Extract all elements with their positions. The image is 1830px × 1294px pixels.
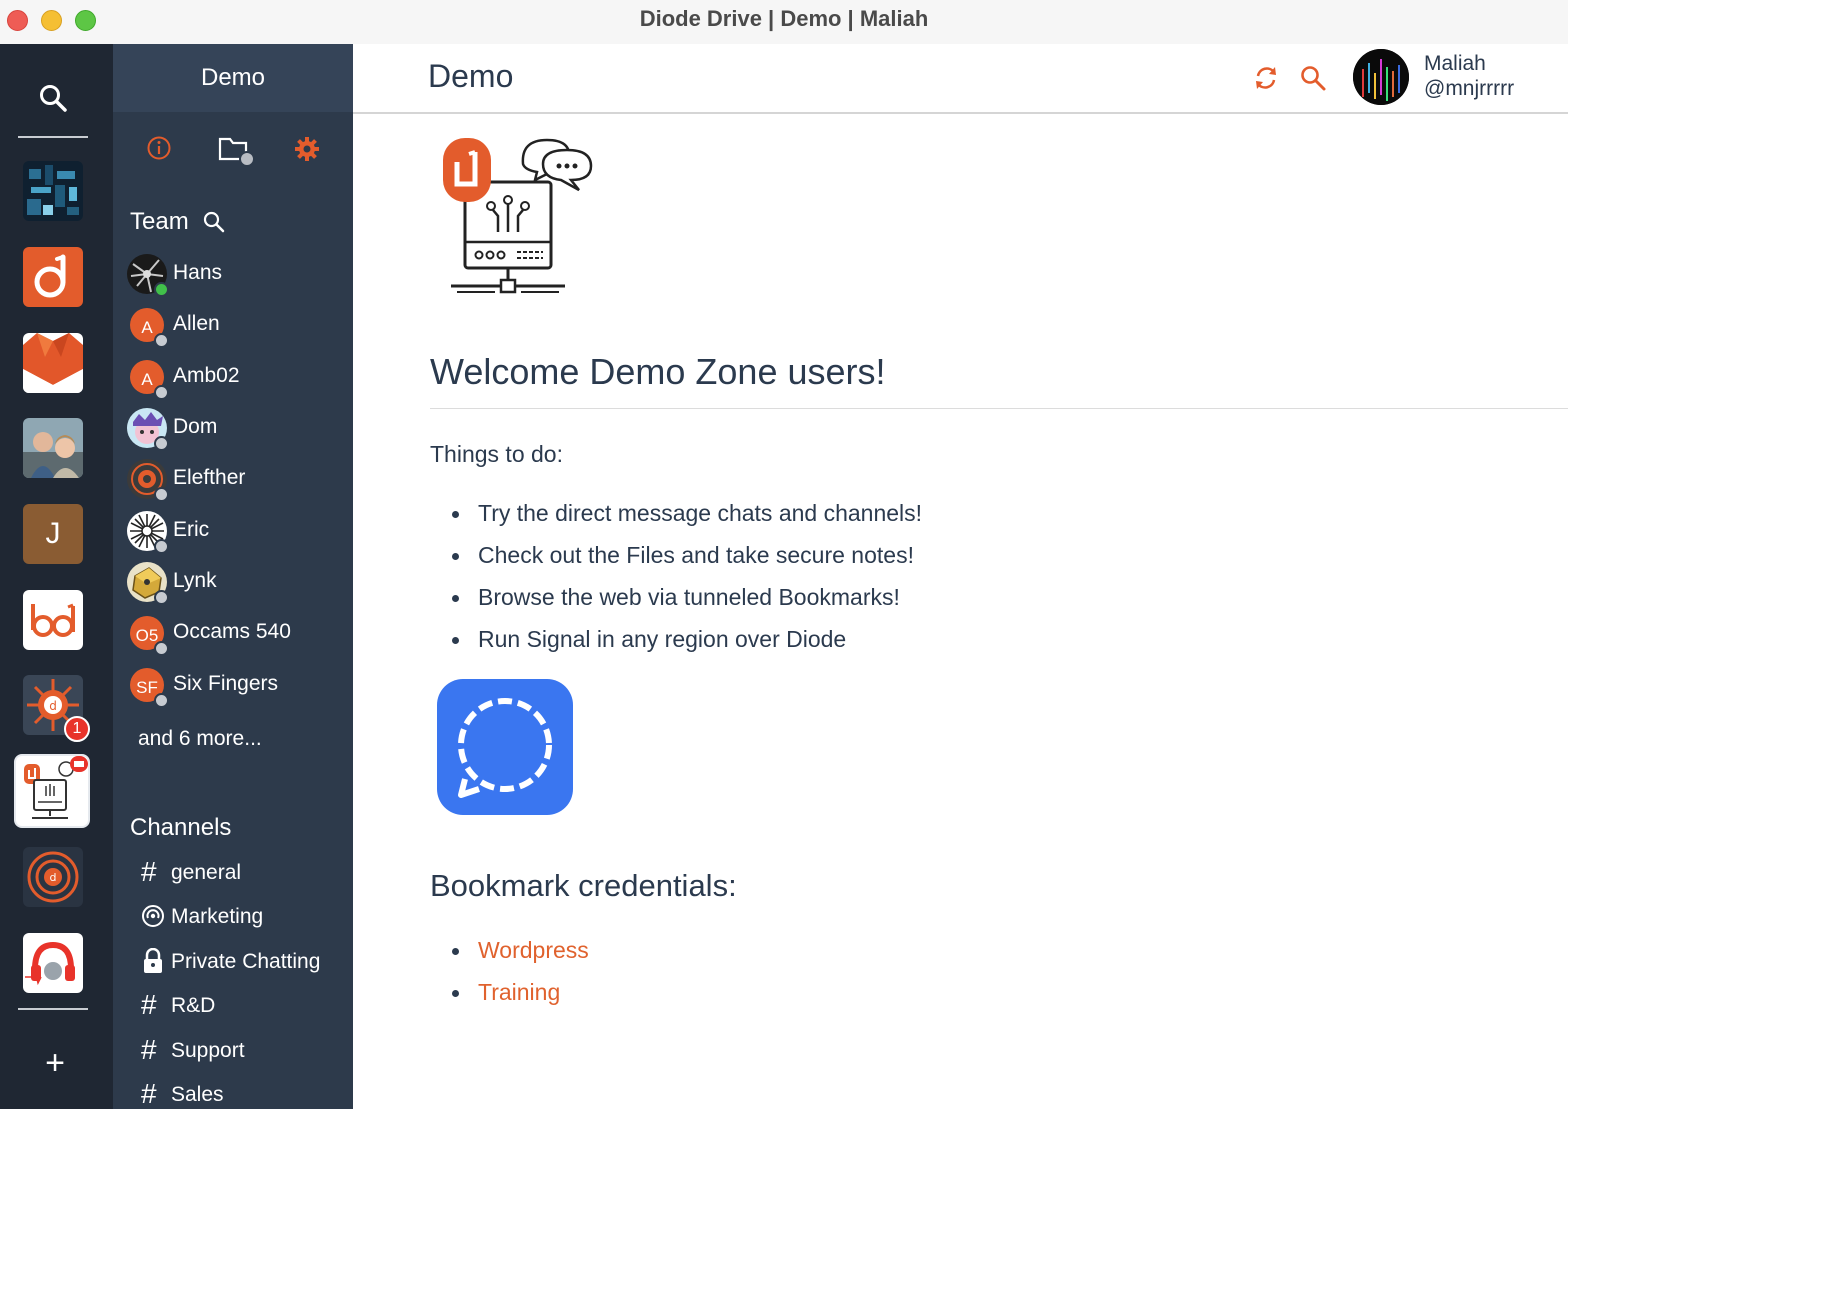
presence-indicator xyxy=(154,282,169,297)
svg-text:d: d xyxy=(50,871,57,884)
broadcast-icon xyxy=(141,901,165,931)
team-section-title: Team xyxy=(130,208,225,236)
things-to-do-title: Things to do: xyxy=(430,441,563,467)
channel-name: Marketing xyxy=(171,905,264,928)
channel-item-marketing[interactable]: Marketing xyxy=(141,901,351,935)
presence-indicator xyxy=(154,539,169,554)
window-title: Diode Drive | Demo | Maliah xyxy=(639,6,929,31)
zone-letter-j[interactable]: J xyxy=(23,504,83,564)
team-title: Team xyxy=(130,208,189,235)
user-handle: @mnjrrrrr xyxy=(1424,77,1515,100)
channel-item-private-chatting[interactable]: Private Chatting xyxy=(141,946,351,980)
notification-badge: 1 xyxy=(64,716,90,742)
more-members-link[interactable]: and 6 more... xyxy=(138,727,262,751)
channel-item-sales[interactable]: # Sales xyxy=(141,1079,351,1113)
channel-item-rnd[interactable]: # R&D xyxy=(141,990,351,1024)
member-item[interactable]: Dom xyxy=(127,408,347,451)
member-item[interactable]: A Amb02 xyxy=(127,357,347,400)
member-name: Amb02 xyxy=(173,364,240,387)
channel-name: Sales xyxy=(171,1083,224,1106)
zone-sidebar: Demo Team Hans A Allen A Amb02 Dom Eleft… xyxy=(113,44,353,1109)
channels-section-title: Channels xyxy=(130,814,232,841)
user-avatar[interactable] xyxy=(1353,49,1409,105)
presence-indicator xyxy=(154,436,169,451)
channel-name: Support xyxy=(171,1039,245,1062)
zone-mail-icon[interactable] xyxy=(23,333,83,393)
member-name: Elefther xyxy=(173,466,246,489)
presence-indicator xyxy=(154,693,169,708)
member-name: Lynk xyxy=(173,569,217,592)
member-item[interactable]: SF Six Fingers xyxy=(127,665,347,708)
zone-name: Demo xyxy=(113,44,353,112)
presence-indicator xyxy=(154,385,169,400)
zone-rail: J d 1 d + xyxy=(0,44,113,1109)
rail-divider xyxy=(18,136,88,138)
presence-indicator xyxy=(154,333,169,348)
search-icon[interactable] xyxy=(37,82,69,114)
info-icon[interactable] xyxy=(146,135,172,166)
lock-icon xyxy=(141,946,165,976)
list-item: Wordpress xyxy=(430,934,589,976)
zone-bd-logo-icon[interactable] xyxy=(23,590,83,650)
hash-icon: # xyxy=(141,1034,157,1065)
zone-circuit-icon[interactable] xyxy=(23,161,83,221)
list-item: Check out the Files and take secure note… xyxy=(430,539,922,581)
demo-zone-illustration xyxy=(443,134,595,305)
hash-icon: # xyxy=(141,1078,157,1109)
svg-text:d: d xyxy=(49,699,57,713)
member-name: Allen xyxy=(173,312,220,335)
member-name: Six Fingers xyxy=(173,672,279,695)
welcome-heading: Welcome Demo Zone users! xyxy=(430,351,886,392)
hash-icon: # xyxy=(141,856,157,887)
member-item[interactable]: Elefther xyxy=(127,459,347,502)
presence-indicator xyxy=(154,641,169,656)
zone-demo-icon[interactable] xyxy=(14,754,90,828)
page-title: Demo xyxy=(428,58,514,94)
folder-icon[interactable] xyxy=(218,135,256,174)
presence-indicator xyxy=(154,590,169,605)
hash-icon: # xyxy=(141,989,157,1020)
signal-app-icon[interactable] xyxy=(437,679,573,820)
add-zone-button[interactable]: + xyxy=(40,1046,70,1080)
member-name: Eric xyxy=(173,518,210,541)
rail-divider xyxy=(18,1008,88,1010)
member-item[interactable]: Eric xyxy=(127,511,347,554)
zone-headphones-icon[interactable] xyxy=(23,933,83,993)
list-item: Run Signal in any region over Diode xyxy=(430,623,922,665)
channel-name: Private Chatting xyxy=(171,950,321,973)
zone-letter: J xyxy=(45,517,61,550)
channel-item-support[interactable]: # Support xyxy=(141,1035,351,1069)
presence-indicator xyxy=(154,487,169,502)
zone-diode-orbit-icon[interactable]: d xyxy=(23,847,83,907)
main-header: Demo Maliah @mnjrrrrr xyxy=(353,44,1568,114)
list-item: Browse the web via tunneled Bookmarks! xyxy=(430,581,922,623)
member-item[interactable]: Lynk xyxy=(127,562,347,605)
member-item[interactable]: A Allen xyxy=(127,305,347,348)
list-item: Training xyxy=(430,976,589,1018)
team-search-icon[interactable] xyxy=(202,210,226,241)
member-item[interactable]: O5 Occams 540 xyxy=(127,613,347,656)
zone-people-photo-icon[interactable] xyxy=(23,418,83,478)
member-item[interactable]: Hans xyxy=(127,254,347,297)
search-icon[interactable] xyxy=(1299,64,1327,97)
zone-diode-logo-icon[interactable] xyxy=(23,247,83,307)
member-name: Dom xyxy=(173,415,218,438)
zone-toolbar xyxy=(113,135,353,168)
list-item: Try the direct message chats and channel… xyxy=(430,497,922,539)
todo-list: Try the direct message chats and channel… xyxy=(430,497,922,665)
user-name: Maliah xyxy=(1424,52,1486,75)
window-titlebar: Diode Drive | Demo | Maliah xyxy=(0,0,1568,45)
channel-name: general xyxy=(171,861,242,884)
channel-name: R&D xyxy=(171,994,216,1017)
settings-gear-icon[interactable] xyxy=(293,135,321,168)
heading-divider xyxy=(430,408,1568,409)
bookmark-link-wordpress[interactable]: Wordpress xyxy=(478,937,589,963)
refresh-icon[interactable] xyxy=(1252,64,1280,97)
member-name: Hans xyxy=(173,261,223,284)
channel-item-general[interactable]: # general xyxy=(141,857,351,891)
member-name: Occams 540 xyxy=(173,620,291,643)
bookmark-link-training[interactable]: Training xyxy=(478,979,560,1005)
bookmark-list: Wordpress Training xyxy=(430,934,589,1018)
bookmarks-title: Bookmark credentials: xyxy=(430,868,737,903)
